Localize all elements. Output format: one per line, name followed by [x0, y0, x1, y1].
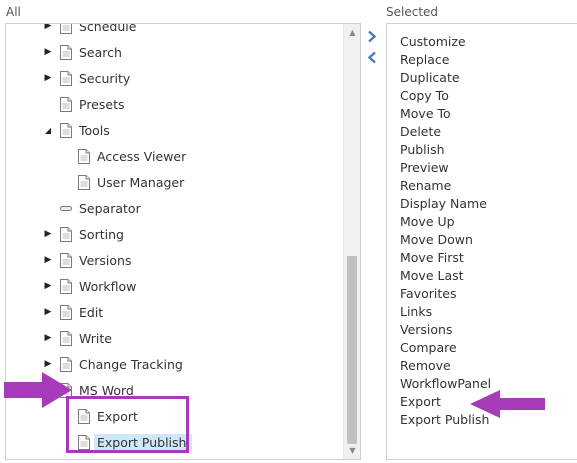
add-to-selected-button[interactable] — [364, 28, 380, 44]
list-item[interactable]: Move To — [400, 105, 451, 123]
scroll-thumb[interactable] — [347, 256, 357, 444]
list-item[interactable]: Versions — [400, 321, 452, 339]
all-items-tree-panel: ▶ Schedule ▶ Search ▶ Security Presets ◢ Tools Ac… — [5, 23, 361, 460]
all-panel-label: All — [6, 5, 21, 19]
expand-arrow-icon[interactable]: ▶ — [42, 358, 54, 370]
list-item[interactable]: Compare — [400, 339, 457, 357]
list-item[interactable]: Publish — [400, 141, 445, 159]
document-icon — [60, 226, 72, 242]
tree-node[interactable]: User Manager — [78, 171, 184, 193]
list-item[interactable]: Customize — [400, 33, 466, 51]
tree-node-label: Search — [79, 44, 122, 60]
tree-node[interactable]: ▶ Write — [42, 327, 112, 349]
document-icon — [60, 70, 72, 86]
tree-node[interactable]: ▶ Schedule — [42, 24, 136, 37]
document-icon — [60, 24, 72, 34]
vertical-scrollbar[interactable]: ▲ ▼ — [343, 24, 360, 459]
list-item[interactable]: Remove — [400, 357, 451, 375]
expand-arrow-icon[interactable]: ▶ — [42, 306, 54, 318]
document-icon — [78, 174, 90, 190]
document-icon — [78, 434, 90, 450]
tree-node[interactable]: ▶ Sorting — [42, 223, 124, 245]
tree-node-label: Sorting — [79, 226, 124, 242]
tree-node[interactable]: Export Publish — [78, 431, 193, 453]
tree-node[interactable]: ◢ MS Word — [42, 379, 134, 401]
tree-node[interactable]: ▶ Edit — [42, 301, 103, 323]
toggle-spacer — [42, 98, 54, 110]
expand-arrow-icon[interactable]: ▶ — [42, 46, 54, 58]
tree-node[interactable]: ▶ Versions — [42, 249, 131, 271]
tree-node[interactable]: Access Viewer — [78, 145, 186, 167]
list-item[interactable]: Move First — [400, 249, 464, 267]
tree-node-label: Versions — [79, 252, 132, 268]
expand-arrow-icon[interactable]: ▶ — [42, 254, 54, 266]
document-icon — [78, 148, 90, 164]
chevron-right-icon — [368, 30, 377, 42]
tree-node-label: Separator — [79, 200, 141, 216]
list-item[interactable]: Move Down — [400, 231, 473, 249]
expand-arrow-icon[interactable]: ▶ — [42, 332, 54, 344]
tree-node-label: Export — [97, 408, 138, 424]
tree-node[interactable]: Export — [78, 405, 138, 427]
list-item[interactable]: WorkflowPanel — [400, 375, 491, 393]
list-item[interactable]: Favorites — [400, 285, 456, 303]
tree-node-label: MS Word — [79, 382, 134, 398]
tree-node[interactable]: ▶ Change Tracking — [42, 353, 183, 375]
document-icon — [60, 382, 72, 398]
list-item[interactable]: Display Name — [400, 195, 487, 213]
tree-node-label: Access Viewer — [97, 148, 187, 164]
document-icon — [60, 330, 72, 346]
list-item[interactable]: Copy To — [400, 87, 449, 105]
document-icon — [60, 122, 72, 138]
scroll-down-arrow-icon[interactable]: ▼ — [344, 442, 360, 459]
tree-node-label: User Manager — [97, 174, 185, 190]
tree-node-label: Write — [79, 330, 113, 346]
list-item[interactable]: Move Last — [400, 267, 464, 285]
tree-node[interactable]: ▶ Search — [42, 41, 122, 63]
tree-node-label: Change Tracking — [79, 356, 183, 372]
list-item[interactable]: Export — [400, 393, 441, 411]
chevron-left-icon — [367, 51, 376, 63]
document-icon — [60, 278, 72, 294]
tree-node-label: Edit — [79, 304, 104, 320]
tree-node-label: Schedule — [79, 24, 137, 34]
document-icon — [60, 252, 72, 268]
tree-node-label: Workflow — [79, 278, 137, 294]
tree-node[interactable]: Separator — [42, 197, 141, 219]
expand-arrow-icon[interactable]: ▶ — [42, 280, 54, 292]
list-item[interactable]: Rename — [400, 177, 451, 195]
tree-node[interactable]: ▶ Security — [42, 67, 130, 89]
scroll-up-arrow-icon[interactable]: ▲ — [344, 24, 360, 41]
document-icon — [60, 44, 72, 60]
remove-from-selected-button[interactable] — [364, 49, 380, 65]
tree-node-label: Tools — [79, 122, 110, 138]
tree-node[interactable]: ◢ Tools — [42, 119, 110, 141]
list-item[interactable]: Replace — [400, 51, 449, 69]
list-item[interactable]: Duplicate — [400, 69, 460, 87]
document-icon — [60, 304, 72, 320]
tree-node[interactable]: ▶ Workflow — [42, 275, 136, 297]
collapse-arrow-icon[interactable]: ◢ — [42, 124, 54, 136]
selected-panel-label: Selected — [386, 5, 439, 19]
expand-arrow-icon[interactable]: ▶ — [42, 72, 54, 84]
list-item[interactable]: Delete — [400, 123, 441, 141]
list-item[interactable]: Move Up — [400, 213, 455, 231]
tree-node-label: Presets — [79, 96, 125, 112]
tree-node-label: Security — [79, 70, 131, 86]
document-icon — [60, 96, 72, 112]
expand-arrow-icon[interactable]: ▶ — [42, 24, 54, 32]
toggle-spacer — [42, 202, 54, 214]
tree-view: ▶ Schedule ▶ Search ▶ Security Presets ◢ Tools Ac… — [6, 24, 344, 459]
list-item[interactable]: Links — [400, 303, 432, 321]
selected-items-list: Customize Replace Duplicate Copy To Move To D… — [386, 23, 577, 460]
document-icon — [60, 356, 72, 372]
tree-node[interactable]: Presets — [42, 93, 125, 115]
expand-arrow-icon[interactable]: ▶ — [42, 228, 54, 240]
list-item[interactable]: Preview — [400, 159, 449, 177]
list-item[interactable]: Export Publish — [400, 411, 489, 429]
separator-icon — [60, 205, 72, 211]
collapse-arrow-icon[interactable]: ◢ — [42, 384, 54, 396]
document-icon — [78, 408, 90, 424]
tree-node-label: Export Publish — [94, 433, 193, 451]
